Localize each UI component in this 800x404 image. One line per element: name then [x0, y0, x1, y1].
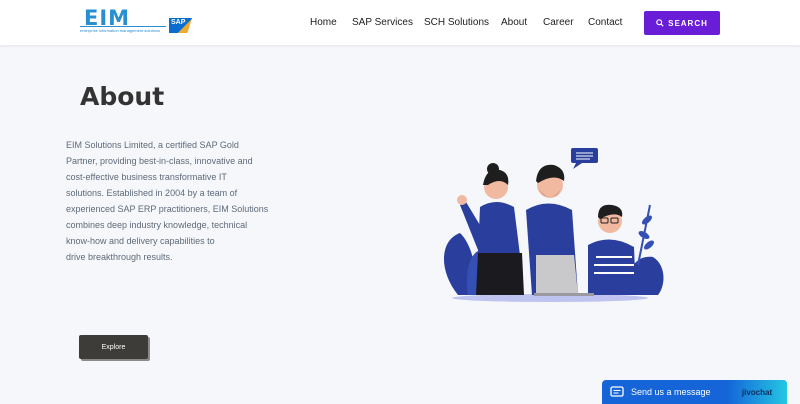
search-icon	[656, 19, 664, 27]
top-navigation-bar: EIM enterprise information management so…	[0, 0, 800, 45]
plant-right-leaf-3	[644, 240, 654, 250]
explore-button[interactable]: Explore	[79, 335, 148, 359]
speech-bubble-tail	[573, 163, 582, 169]
logo-underline	[80, 26, 166, 27]
man-right-torso	[588, 239, 636, 295]
search-button[interactable]: SEARCH	[644, 11, 720, 35]
nav-item-about[interactable]: About	[501, 17, 527, 28]
eim-logo[interactable]: EIM enterprise information management so…	[80, 6, 192, 36]
woman-torso	[478, 202, 520, 255]
nav-item-sch-solutions[interactable]: SCH Solutions	[424, 17, 489, 28]
laptop	[536, 255, 578, 295]
jivochat-widget[interactable]: Send us a message jivochat	[602, 380, 787, 404]
woman-hair-bun	[487, 163, 499, 175]
nav-item-home[interactable]: Home	[310, 17, 337, 28]
about-description: EIM Solutions Limited, a certified SAP G…	[66, 140, 269, 262]
laptop-base	[534, 293, 594, 296]
woman-skirt	[476, 253, 524, 295]
logo-tagline: enterprise information management soluti…	[80, 28, 161, 33]
team-illustration	[443, 148, 664, 302]
search-button-label: SEARCH	[668, 18, 708, 28]
woman-hand	[457, 195, 467, 205]
nav-item-sap-services[interactable]: SAP Services	[352, 17, 413, 28]
nav-item-contact[interactable]: Contact	[588, 17, 622, 28]
page-title: About	[80, 82, 165, 111]
nav-item-career[interactable]: Career	[543, 17, 574, 28]
sap-badge: SAP	[169, 18, 192, 33]
chat-label: Send us a message	[631, 387, 711, 397]
message-icon	[610, 386, 624, 397]
jivochat-brand: jivochat	[727, 380, 787, 404]
